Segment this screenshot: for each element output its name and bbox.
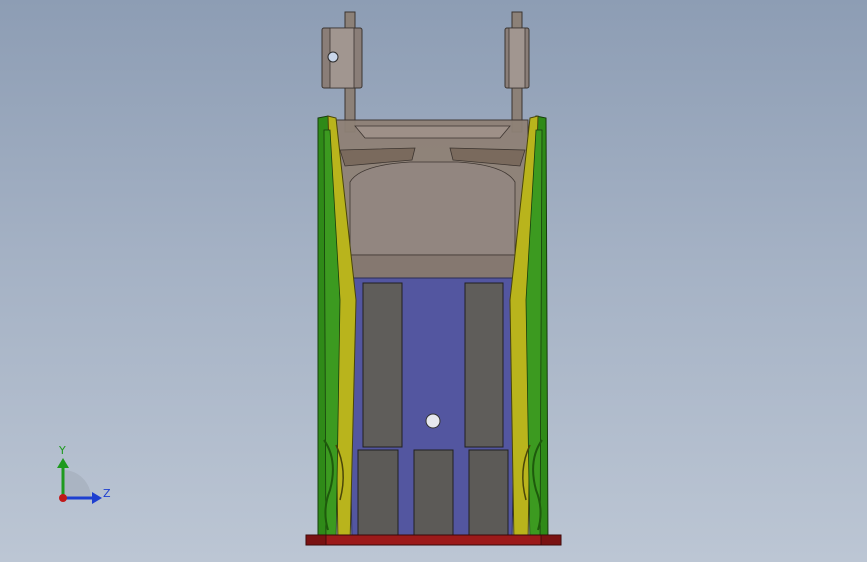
block-upper-left[interactable] — [362, 282, 403, 448]
origin-icon — [59, 494, 67, 502]
3d-viewport[interactable]: Y Z — [0, 0, 867, 562]
block-upper-right[interactable] — [464, 282, 504, 448]
base-rail[interactable] — [305, 534, 562, 546]
triad-plane-icon — [63, 470, 91, 498]
mount-arm-left[interactable] — [321, 11, 363, 133]
bracket-housing[interactable] — [332, 119, 532, 300]
z-axis-label: Z — [103, 487, 111, 500]
y-axis-label: Y — [58, 444, 66, 457]
center-bolt-icon — [425, 413, 441, 429]
block-lower-left[interactable] — [357, 449, 399, 544]
pin-hole-icon — [327, 51, 339, 63]
block-lower-center[interactable] — [413, 449, 454, 544]
mount-arm-right[interactable] — [504, 11, 530, 133]
block-lower-right[interactable] — [468, 449, 509, 544]
assembly-model[interactable]: Y Z — [0, 0, 867, 562]
orientation-triad: Y Z — [57, 444, 111, 504]
